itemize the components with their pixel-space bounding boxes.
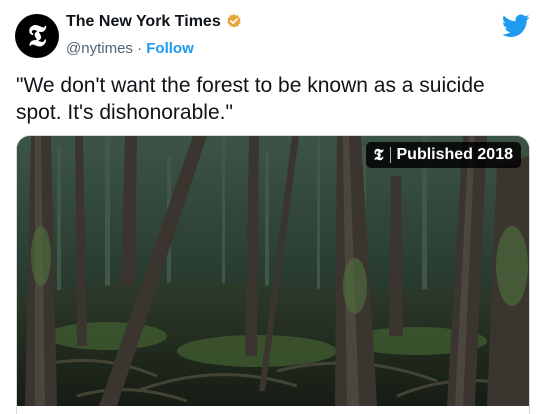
tweet-text: "We don't want the forest to be known as… bbox=[16, 74, 485, 124]
avatar[interactable]: 𝕿 bbox=[15, 14, 59, 58]
published-label: Published 2018 bbox=[396, 146, 514, 163]
handle[interactable]: @nytimes bbox=[66, 40, 133, 57]
handle-row: @nytimes · Follow bbox=[66, 40, 194, 57]
forest-photo bbox=[17, 136, 529, 406]
display-name[interactable]: The New York Times bbox=[66, 13, 221, 31]
separator: · bbox=[137, 40, 143, 57]
tweet-card: 𝕿 The New York Times @nytimes · Follow "… bbox=[0, 0, 545, 414]
author-name-row: The New York Times bbox=[66, 13, 243, 31]
published-badge: 𝕿 Published 2018 bbox=[365, 142, 521, 168]
nyt-badge-logo-icon: 𝕿 bbox=[373, 145, 384, 164]
badge-divider bbox=[389, 147, 391, 163]
tweet-photo[interactable]: 𝕿 Published 2018 bbox=[16, 135, 530, 406]
nyt-logo-icon: 𝕿 bbox=[27, 18, 47, 54]
twitter-bird-icon[interactable] bbox=[502, 14, 530, 38]
media-card-border bbox=[16, 405, 530, 414]
verified-badge-icon bbox=[227, 14, 241, 28]
follow-button[interactable]: Follow bbox=[146, 40, 194, 57]
